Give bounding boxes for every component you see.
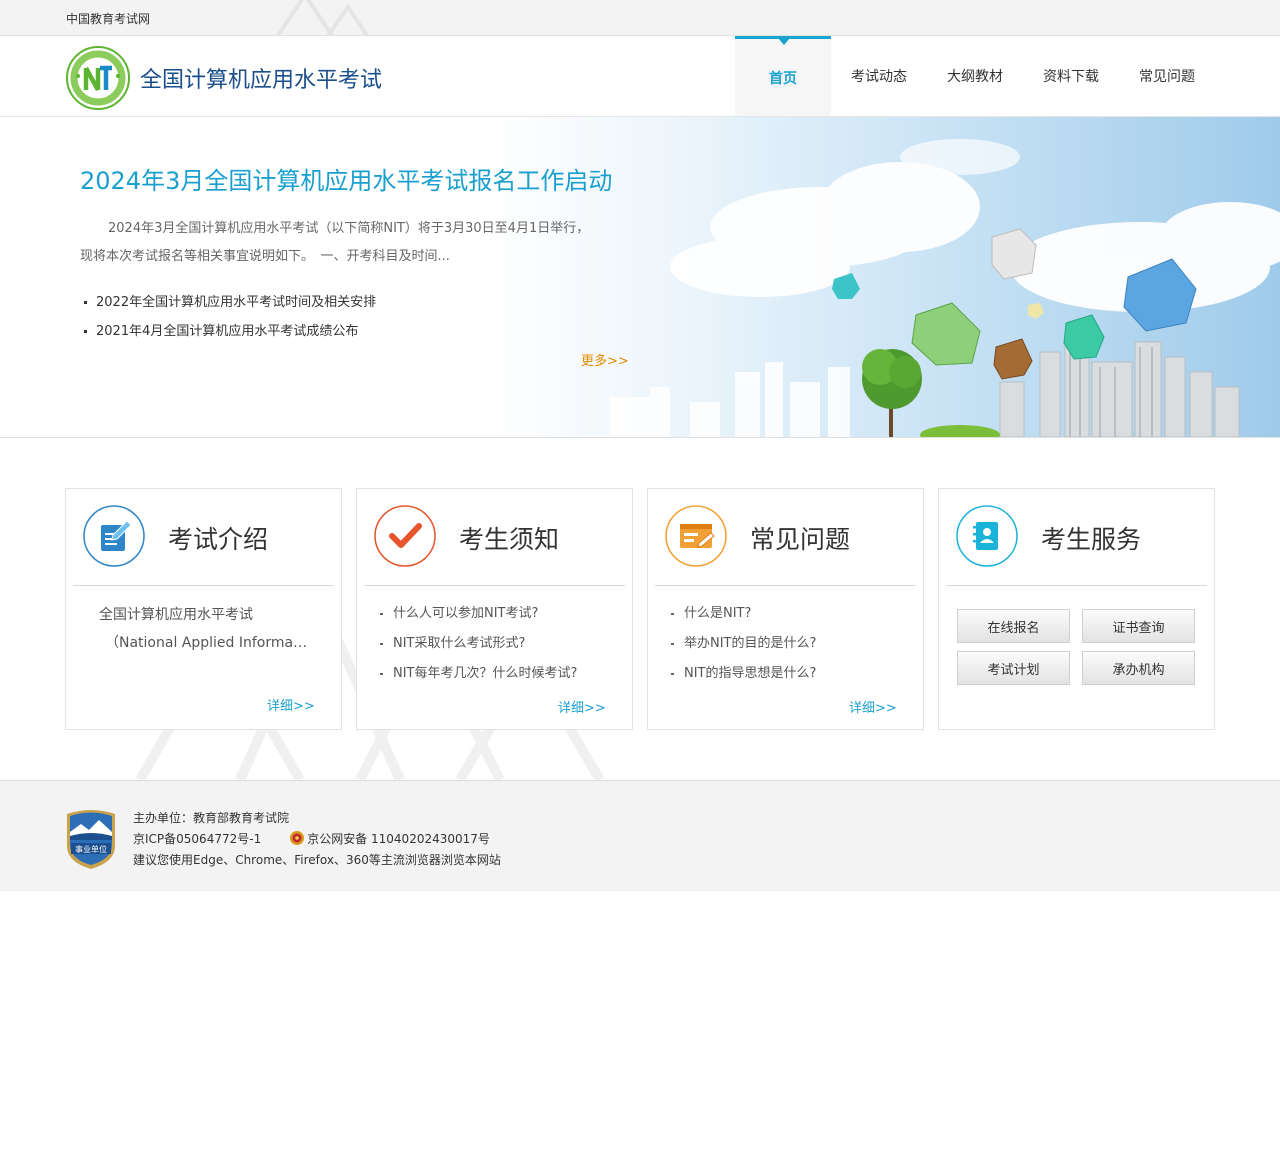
host-institutions-button[interactable]: 承办机构 bbox=[1082, 651, 1195, 685]
nav-home-label: 首页 bbox=[769, 70, 797, 87]
card-header: 考试介绍 bbox=[73, 489, 334, 586]
nav-faq-label: 常见问题 bbox=[1139, 69, 1195, 85]
card-title[interactable]: 常见问题 bbox=[750, 520, 850, 556]
card-intro-text: 全国计算机应用水平考试 （National Applied Informatio… bbox=[99, 601, 309, 657]
exam-site-link[interactable]: 中国教育考试网 bbox=[66, 10, 150, 27]
card-more-link[interactable]: 详细>> bbox=[849, 697, 897, 716]
banner-more-link[interactable]: 更多>> bbox=[581, 350, 629, 369]
card-title[interactable]: 考试介绍 bbox=[168, 520, 268, 556]
card-header: 考生服务 bbox=[946, 489, 1207, 586]
online-registration-button[interactable]: 在线报名 bbox=[957, 609, 1070, 643]
site-title: 全国计算机应用水平考试 bbox=[140, 68, 383, 93]
intro-line: （National Applied Information Technology… bbox=[105, 635, 309, 651]
faq-list: 什么是NIT? 举办NIT的目的是什么? NIT的指导思想是什么? bbox=[668, 599, 890, 689]
nav-faq[interactable]: 常见问题 bbox=[1119, 36, 1215, 116]
browser-tip: 建议您使用Edge、Chrome、Firefox、360等主流浏览器浏览本网站 bbox=[133, 853, 501, 867]
intro-line: 全国计算机应用水平考试 bbox=[99, 607, 253, 623]
card-exam-intro: 考试介绍 全国计算机应用水平考试 （National Applied Infor… bbox=[65, 488, 342, 730]
top-strip: 中国教育考试网 bbox=[0, 0, 1280, 36]
list-item[interactable]: 什么是NIT? bbox=[668, 599, 890, 629]
nav-syllabus[interactable]: 大纲教材 bbox=[927, 36, 1023, 116]
nav-syllabus-label: 大纲教材 bbox=[947, 69, 1003, 85]
list-item[interactable]: NIT每年考几次？什么时候考试? bbox=[377, 659, 599, 689]
exam-plan-button[interactable]: 考试计划 bbox=[957, 651, 1070, 685]
card-header: 常见问题 bbox=[655, 489, 916, 586]
news-item[interactable]: 2021年4月全国计算机应用水平考试成绩公布 bbox=[84, 317, 376, 346]
nav-downloads-label: 资料下载 bbox=[1043, 69, 1099, 85]
nav-downloads[interactable]: 资料下载 bbox=[1023, 36, 1119, 116]
hero-banner: 2024年3月全国计算机应用水平考试报名工作启动 2024年3月全国计算机应用水… bbox=[0, 117, 1280, 438]
police-record-link[interactable]: 京公网安备 11040202430017号 bbox=[307, 832, 490, 846]
nav-exam-news-label: 考试动态 bbox=[851, 69, 907, 85]
card-title[interactable]: 考生服务 bbox=[1041, 520, 1141, 556]
site-header: 全国计算机应用水平考试 首页 考试动态 大纲教材 资料下载 常见问题 bbox=[0, 36, 1280, 117]
decorative-triangles bbox=[275, 0, 370, 35]
nav-exam-news[interactable]: 考试动态 bbox=[831, 36, 927, 116]
card-header: 考生须知 bbox=[364, 489, 625, 586]
card-more-link[interactable]: 详细>> bbox=[267, 695, 315, 714]
banner-headline[interactable]: 2024年3月全国计算机应用水平考试报名工作启动 bbox=[80, 161, 612, 196]
news-item[interactable]: 2022年全国计算机应用水平考试时间及相关安排 bbox=[84, 288, 376, 317]
service-button-grid: 在线报名 证书查询 考试计划 承办机构 bbox=[957, 609, 1195, 685]
browser-window-icon bbox=[665, 505, 727, 567]
list-item[interactable]: NIT的指导思想是什么? bbox=[668, 659, 890, 689]
footer-sponsor: 主办单位：教育部教育考试院 bbox=[133, 811, 290, 825]
list-item[interactable]: NIT采取什么考试形式? bbox=[377, 629, 599, 659]
nav-home[interactable]: 首页 bbox=[735, 36, 831, 116]
badge-text: 事业单位 bbox=[75, 844, 107, 854]
icp-link[interactable]: 京ICP备05064772号-1 bbox=[133, 832, 261, 846]
card-candidate-notice: 考生须知 什么人可以参加NIT考试? NIT采取什么考试形式? NIT每年考几次… bbox=[356, 488, 633, 730]
card-candidate-services: 考生服务 在线报名 证书查询 考试计划 承办机构 bbox=[938, 488, 1215, 730]
active-caret-icon bbox=[778, 38, 790, 45]
card-title[interactable]: 考生须知 bbox=[459, 520, 559, 556]
list-item[interactable]: 什么人可以参加NIT考试? bbox=[377, 599, 599, 629]
banner-summary: 2024年3月全国计算机应用水平考试（以下简称NIT）将于3月30日至4月1日举… bbox=[80, 221, 590, 264]
list-item[interactable]: 举办NIT的目的是什么? bbox=[668, 629, 890, 659]
edit-document-icon bbox=[83, 505, 145, 567]
notice-list: 什么人可以参加NIT考试? NIT采取什么考试形式? NIT每年考几次？什么时候… bbox=[377, 599, 599, 689]
site-footer: 事业单位 主办单位：教育部教育考试院 京ICP备05064772号-1 京公网安备… bbox=[0, 780, 1280, 891]
public-institution-badge-icon[interactable]: 事业单位 bbox=[65, 808, 117, 870]
contact-book-icon bbox=[956, 505, 1018, 567]
main-nav: 首页 考试动态 大纲教材 资料下载 常见问题 bbox=[735, 36, 1215, 116]
banner-news-list: 2022年全国计算机应用水平考试时间及相关安排 2021年4月全国计算机应用水平… bbox=[84, 288, 376, 346]
card-more-link[interactable]: 详细>> bbox=[558, 697, 606, 716]
footer-info: 主办单位：教育部教育考试院 京ICP备05064772号-1 京公网安备 1104… bbox=[133, 808, 501, 871]
certificate-lookup-button[interactable]: 证书查询 bbox=[1082, 609, 1195, 643]
card-faq: 常见问题 什么是NIT? 举办NIT的目的是什么? NIT的指导思想是什么? 详… bbox=[647, 488, 924, 730]
checkmark-icon bbox=[374, 505, 436, 567]
police-emblem-icon bbox=[290, 831, 305, 845]
nit-logo[interactable] bbox=[66, 46, 130, 110]
